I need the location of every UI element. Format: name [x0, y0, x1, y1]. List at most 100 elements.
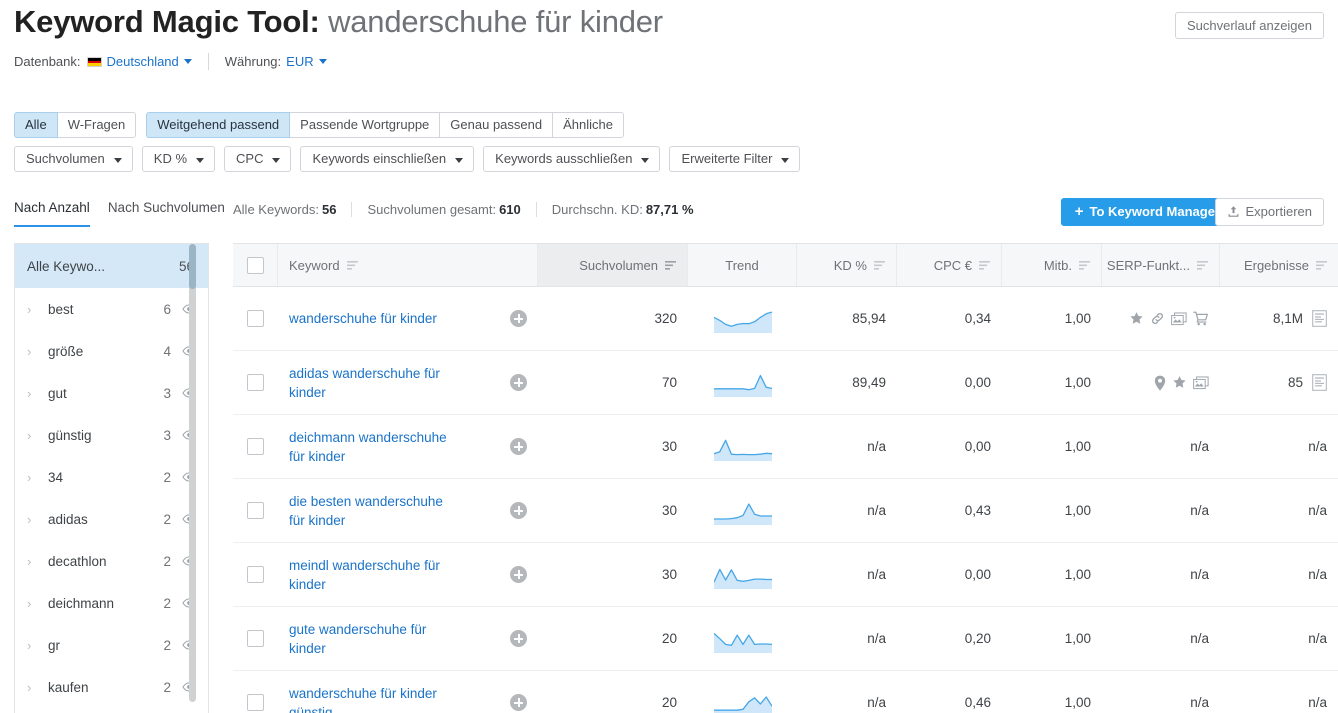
- serp-features-cell: n/a: [1102, 479, 1220, 542]
- kd-cell: n/a: [797, 543, 897, 606]
- serp-report-icon[interactable]: [1312, 310, 1327, 327]
- cart-icon[interactable]: [1193, 311, 1209, 326]
- row-checkbox[interactable]: [247, 566, 264, 583]
- row-checkbox[interactable]: [247, 502, 264, 519]
- chevron-right-icon[interactable]: ›: [27, 386, 41, 401]
- export-button[interactable]: Exportieren: [1214, 198, 1324, 226]
- row-select-cell: [233, 287, 278, 350]
- to-keyword-manager-button[interactable]: + To Keyword Manager: [1060, 198, 1234, 226]
- match-type-passende-wortgruppe[interactable]: Passende Wortgruppe: [290, 112, 441, 138]
- add-keyword-button[interactable]: [510, 374, 527, 391]
- row-checkbox[interactable]: [247, 630, 264, 647]
- trend-sparkline: [713, 374, 772, 397]
- filter-cpc[interactable]: CPC: [224, 146, 292, 172]
- header-suchvolumen[interactable]: Suchvolumen: [538, 244, 688, 286]
- kd-value: n/a: [867, 503, 886, 518]
- keyword-link[interactable]: gute wanderschuhe für kinder: [289, 620, 461, 658]
- header-keyword[interactable]: Keyword: [278, 244, 538, 286]
- filter-erweiterte-filter[interactable]: Erweiterte Filter: [669, 146, 801, 172]
- row-checkbox[interactable]: [247, 310, 264, 327]
- stat-total-volume: Suchvolumen gesamt: 610: [367, 202, 520, 217]
- keyword-link[interactable]: meindl wanderschuhe für kinder: [289, 556, 461, 594]
- sidebar-item-gut[interactable]: › gut 3: [15, 372, 208, 414]
- keyword-link[interactable]: wanderschuhe für kinder: [289, 309, 437, 328]
- results-cell: n/a: [1220, 607, 1338, 670]
- chevron-right-icon[interactable]: ›: [27, 470, 41, 485]
- row-checkbox[interactable]: [247, 438, 264, 455]
- sidebar-scrollbar-thumb[interactable]: [189, 244, 196, 289]
- image-icon[interactable]: [1171, 311, 1187, 326]
- filter-keywords-ausschliessen[interactable]: Keywords ausschließen: [483, 146, 661, 172]
- add-keyword-button[interactable]: [510, 310, 527, 327]
- database-value[interactable]: Deutschland: [107, 54, 179, 69]
- add-keyword-button[interactable]: [510, 502, 527, 519]
- sidebar-item-34[interactable]: › 34 2: [15, 456, 208, 498]
- header-serp-features[interactable]: SERP-Funkt...: [1102, 244, 1220, 286]
- sidebar-item-adidas[interactable]: › adidas 2: [15, 498, 208, 540]
- match-type-aehnliche[interactable]: Ähnliche: [553, 112, 624, 138]
- show-search-history-button[interactable]: Suchverlauf anzeigen: [1174, 12, 1324, 39]
- chevron-right-icon[interactable]: ›: [27, 638, 41, 653]
- match-type-genau-passend[interactable]: Genau passend: [440, 112, 554, 138]
- filter-suchvolumen[interactable]: Suchvolumen: [14, 146, 133, 172]
- keyword-link[interactable]: adidas wanderschuhe für kinder: [289, 364, 461, 402]
- chevron-right-icon[interactable]: ›: [27, 512, 41, 527]
- trend-sparkline: [713, 695, 772, 713]
- header-kd-label: KD %: [833, 257, 867, 273]
- header-kd[interactable]: KD %: [797, 244, 897, 286]
- match-type-alle[interactable]: Alle: [14, 112, 58, 138]
- serp-report-icon[interactable]: [1312, 374, 1327, 391]
- keyword-link[interactable]: wanderschuhe für kinder günstig: [289, 684, 461, 713]
- sidebar-item-gr[interactable]: › gr 2: [15, 624, 208, 666]
- header-mitbewerb[interactable]: Mitb.: [1002, 244, 1102, 286]
- sidebar-scrollbar-track[interactable]: [189, 244, 196, 702]
- search-volume-value: 20: [661, 631, 677, 646]
- add-keyword-button[interactable]: [510, 438, 527, 455]
- sidebar-item-deichmann[interactable]: › deichmann 2: [15, 582, 208, 624]
- serp-features-list: [1113, 375, 1209, 391]
- match-type-weitgehend-passend[interactable]: Weitgehend passend: [146, 112, 291, 138]
- add-keyword-button[interactable]: [510, 630, 527, 647]
- filter-kd[interactable]: KD %: [141, 146, 216, 172]
- match-type-w-fragen[interactable]: W-Fragen: [57, 112, 137, 138]
- currency-chevron-down-icon[interactable]: [318, 59, 327, 64]
- sidebar-item-kaufen[interactable]: › kaufen 2: [15, 666, 208, 708]
- export-upload-icon: [1228, 206, 1238, 217]
- currency-value[interactable]: EUR: [286, 54, 313, 69]
- sidebar-item-all-keywords[interactable]: Alle Keywo... 56: [15, 244, 208, 288]
- sort-icon: [1079, 260, 1090, 270]
- kd-value: 85,94: [852, 311, 886, 326]
- filter-keywords-einschliessen[interactable]: Keywords einschließen: [300, 146, 475, 172]
- header-cpc[interactable]: CPC €: [897, 244, 1002, 286]
- row-checkbox[interactable]: [247, 374, 264, 391]
- select-all-checkbox[interactable]: [246, 256, 264, 274]
- sidebar-item-decathlon[interactable]: › decathlon 2: [15, 540, 208, 582]
- tab-nach-anzahl[interactable]: Nach Anzahl: [14, 200, 90, 227]
- star-icon[interactable]: [1129, 311, 1144, 326]
- keyword-link[interactable]: deichmann wanderschuhe für kinder: [289, 428, 461, 466]
- sidebar-item-größe[interactable]: › größe 4: [15, 330, 208, 372]
- sort-icon: [665, 260, 676, 270]
- sidebar-item-count: 2: [163, 469, 171, 485]
- chevron-right-icon[interactable]: ›: [27, 428, 41, 443]
- chevron-right-icon[interactable]: ›: [27, 554, 41, 569]
- keyword-link[interactable]: die besten wanderschuhe für kinder: [289, 492, 461, 530]
- link-icon[interactable]: [1150, 311, 1165, 326]
- chevron-right-icon[interactable]: ›: [27, 596, 41, 611]
- add-keyword-button[interactable]: [510, 566, 527, 583]
- database-chevron-down-icon[interactable]: [183, 59, 192, 64]
- header-ergebnisse[interactable]: Ergebnisse: [1220, 244, 1338, 286]
- star-icon[interactable]: [1172, 375, 1187, 390]
- row-checkbox[interactable]: [247, 694, 264, 711]
- sidebar-item-günstig[interactable]: › günstig 3: [15, 414, 208, 456]
- sub-toolbar: Nach Anzahl Nach Suchvolumen Alle Keywor…: [0, 196, 1338, 240]
- chevron-right-icon[interactable]: ›: [27, 302, 41, 317]
- map-pin-icon[interactable]: [1154, 375, 1166, 391]
- database-label: Datenbank:: [14, 54, 81, 69]
- chevron-right-icon[interactable]: ›: [27, 680, 41, 695]
- chevron-right-icon[interactable]: ›: [27, 344, 41, 359]
- add-keyword-button[interactable]: [510, 694, 527, 711]
- image-icon[interactable]: [1193, 375, 1209, 390]
- sidebar-item-best[interactable]: › best 6: [15, 288, 208, 330]
- tab-nach-suchvolumen[interactable]: Nach Suchvolumen: [108, 200, 225, 227]
